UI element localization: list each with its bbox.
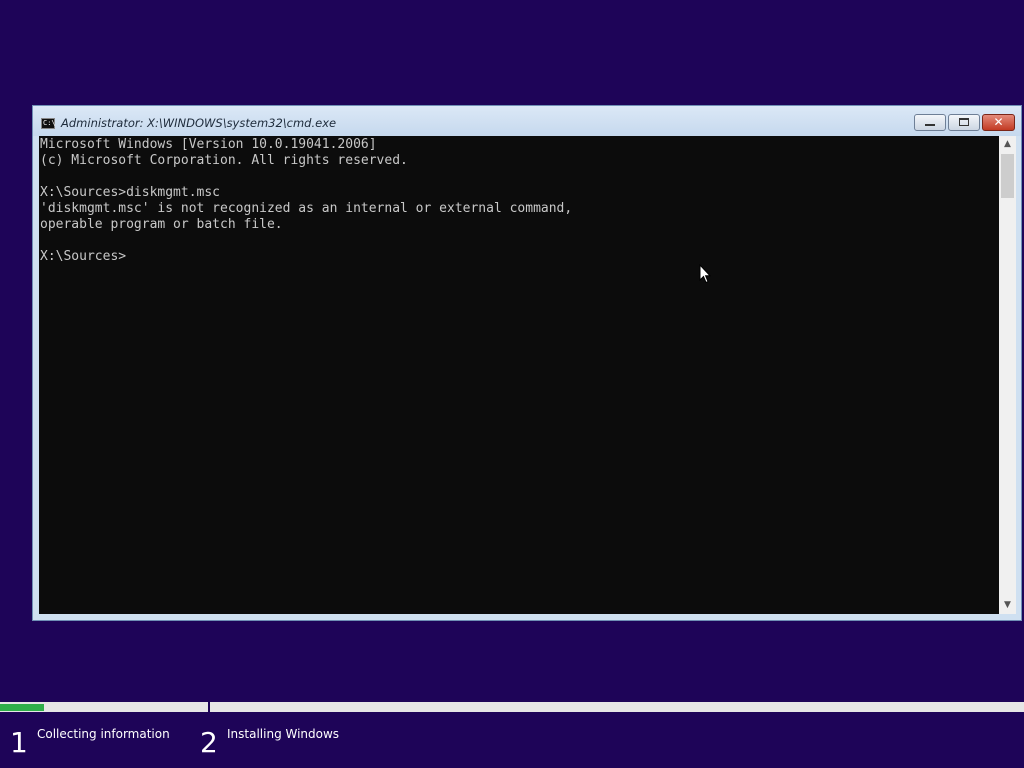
close-icon: ✕: [993, 115, 1004, 129]
window-title: Administrator: X:\WINDOWS\system32\cmd.e…: [61, 116, 337, 130]
scroll-down-arrow-icon[interactable]: ▼: [999, 597, 1016, 614]
mouse-cursor-icon: [699, 264, 711, 284]
minimize-icon: [925, 124, 935, 126]
console-text: Microsoft Windows [Version 10.0.19041.20…: [40, 137, 573, 264]
step-number: 2: [200, 726, 218, 759]
step-label: Collecting information: [37, 727, 170, 741]
maximize-icon: [959, 118, 969, 126]
step-label: Installing Windows: [227, 727, 340, 741]
title-bar[interactable]: C:\ Administrator: X:\WINDOWS\system32\c…: [33, 106, 1021, 136]
vertical-scrollbar[interactable]: ▲ ▼: [999, 136, 1016, 614]
maximize-button[interactable]: [948, 114, 980, 131]
scroll-up-arrow-icon[interactable]: ▲: [999, 136, 1016, 153]
close-button[interactable]: ✕: [982, 114, 1015, 131]
cmd-window[interactable]: C:\ Administrator: X:\WINDOWS\system32\c…: [32, 105, 1022, 621]
progress-step-divider: [208, 702, 210, 714]
scroll-thumb[interactable]: [1001, 154, 1014, 198]
cmd-icon: C:\: [41, 118, 56, 129]
setup-progress-bar: [0, 702, 1024, 714]
console-output[interactable]: Microsoft Windows [Version 10.0.19041.20…: [39, 136, 999, 614]
minimize-button[interactable]: [914, 114, 946, 131]
step-number: 1: [10, 726, 28, 759]
progress-fill: [0, 704, 45, 711]
